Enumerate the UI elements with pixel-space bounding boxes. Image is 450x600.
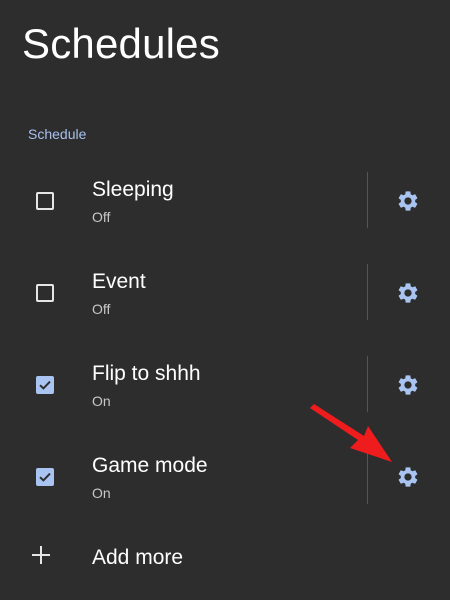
section-header-schedule: Schedule <box>28 126 87 142</box>
sleeping-checkbox[interactable] <box>36 192 54 210</box>
schedule-title: Flip to shhh <box>92 362 201 385</box>
row-divider <box>367 356 368 412</box>
schedule-status: On <box>92 485 111 501</box>
schedule-status: On <box>92 393 111 409</box>
row-divider <box>367 264 368 320</box>
add-more-label: Add more <box>92 546 184 569</box>
schedule-status: Off <box>92 209 111 225</box>
page-title: Schedules <box>22 20 220 67</box>
schedule-title: Game mode <box>92 454 208 477</box>
schedule-status: Off <box>92 301 111 317</box>
add-more-button[interactable]: Add more <box>0 532 450 584</box>
row-divider <box>367 448 368 504</box>
row-divider <box>367 172 368 228</box>
schedule-row-flip-to-shhh[interactable]: Flip to shhh On <box>0 338 450 430</box>
schedule-title: Sleeping <box>92 178 174 201</box>
schedules-screen: Schedules Schedule Sleeping Off Event Of… <box>0 0 450 600</box>
event-checkbox[interactable] <box>36 284 54 302</box>
plus-icon <box>32 546 50 564</box>
gear-icon[interactable] <box>396 465 420 489</box>
check-icon <box>39 380 51 390</box>
check-icon <box>39 472 51 482</box>
flip-to-shhh-checkbox[interactable] <box>36 376 54 394</box>
game-mode-checkbox[interactable] <box>36 468 54 486</box>
gear-icon[interactable] <box>396 189 420 213</box>
schedule-title: Event <box>92 270 146 293</box>
schedule-row-sleeping[interactable]: Sleeping Off <box>0 154 450 246</box>
gear-icon[interactable] <box>396 281 420 305</box>
schedule-row-event[interactable]: Event Off <box>0 246 450 338</box>
schedule-row-game-mode[interactable]: Game mode On <box>0 430 450 522</box>
gear-icon[interactable] <box>396 373 420 397</box>
